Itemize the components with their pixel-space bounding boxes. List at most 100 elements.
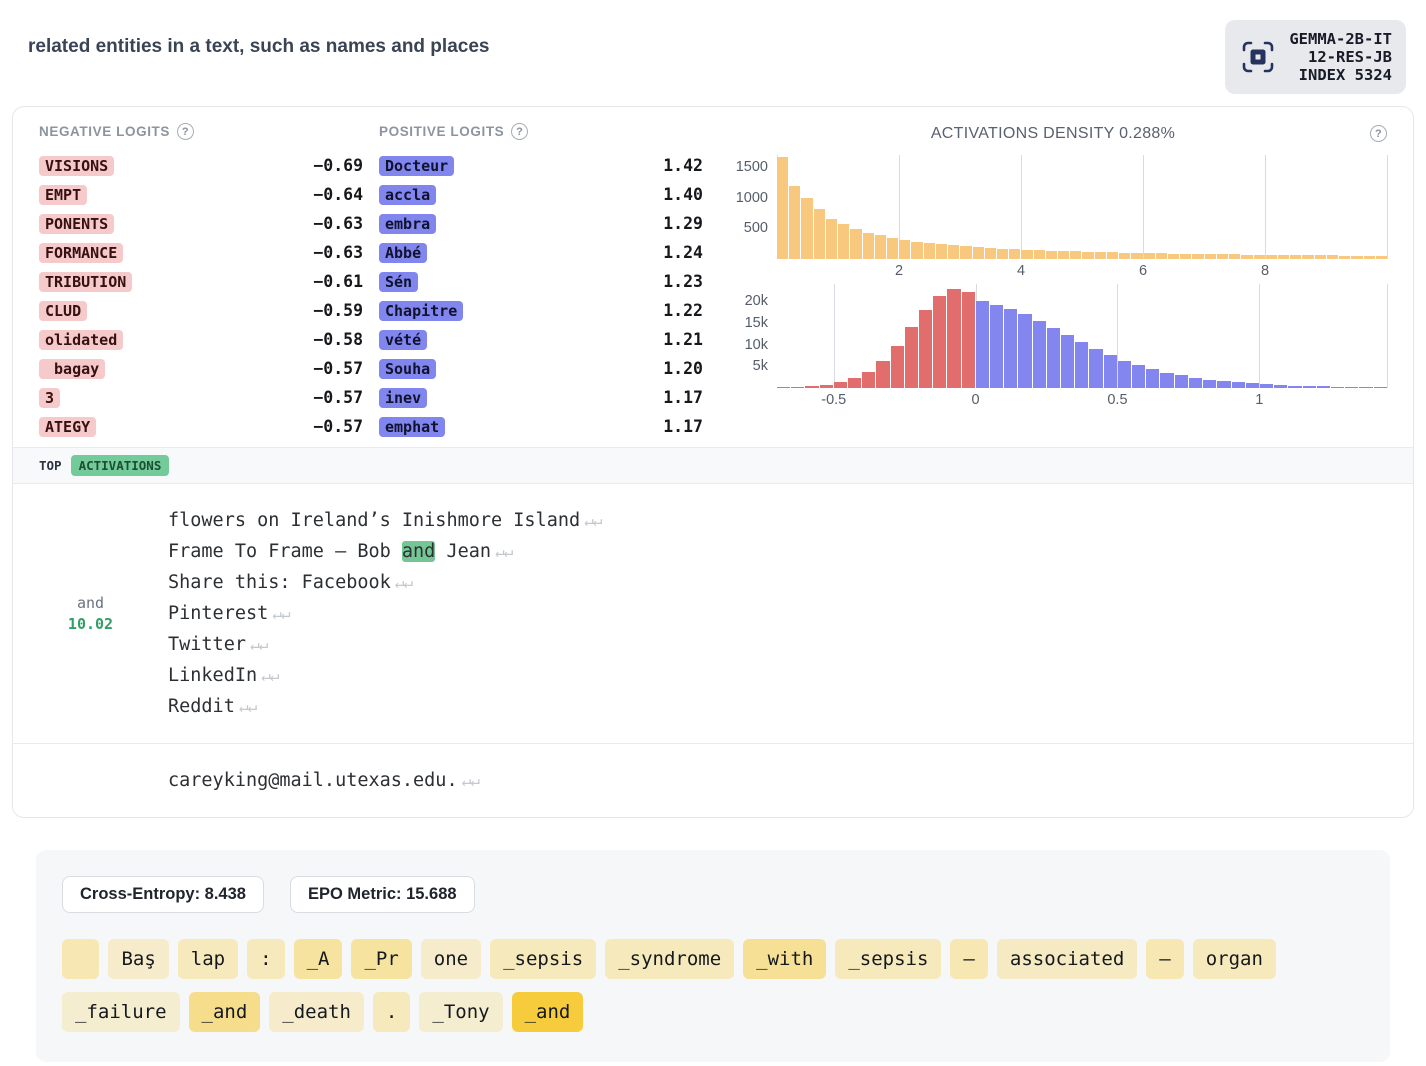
model-badge-line: 12-RES-JB	[1308, 48, 1392, 66]
negative-logit-token[interactable]: TRIBUTION	[39, 271, 133, 292]
negative-logits-label: NEGATIVE LOGITS	[39, 124, 171, 139]
token-pill[interactable]: _sepsis	[490, 939, 597, 979]
model-badge[interactable]: GEMMA-2B-IT 12-RES-JB INDEX 5324	[1225, 20, 1406, 94]
negative-logit-token[interactable]: VISIONS	[39, 155, 115, 176]
negative-logit-token[interactable]: ATEGY	[39, 416, 97, 437]
token-pill[interactable]: organ	[1192, 939, 1276, 979]
token-pill[interactable]: _A	[293, 939, 343, 979]
help-icon[interactable]: ?	[177, 123, 195, 140]
text-segment: careyking@mail.utexas.edu.	[168, 770, 458, 791]
token-pill[interactable]: associated	[996, 939, 1138, 979]
activation-line: Twitter ↵↵	[168, 629, 601, 660]
negative-logit-token[interactable]: PONENTS	[39, 213, 115, 234]
token-pill[interactable]: :	[247, 939, 285, 979]
positive-logits-list: Docteur 1.42 accla 1.40 embra 1.29 Abbé 1.24 Sén…	[379, 151, 703, 441]
token-pill[interactable]: _death	[269, 992, 364, 1032]
positive-logit-token[interactable]: vété	[379, 329, 428, 350]
histogram-bar	[947, 289, 961, 388]
model-badge-line: INDEX 5324	[1298, 66, 1392, 84]
negative-logit-token[interactable]: EMPT	[39, 184, 88, 205]
positive-logit-token[interactable]: accla	[379, 184, 437, 205]
histogram-bar	[1217, 381, 1231, 388]
token-pill[interactable]: _Tony	[419, 992, 503, 1032]
text-segment: Pinterest	[168, 603, 269, 624]
positive-logit-token[interactable]: Abbé	[379, 242, 428, 263]
histogram-bar	[948, 245, 960, 259]
negative-logit-row: PONENTS −0.63	[39, 209, 363, 238]
histogram-bar	[1075, 342, 1089, 388]
newline-mark-icon: ↵↵	[495, 542, 513, 561]
token-pill[interactable]	[62, 939, 100, 979]
histogram-bar	[874, 235, 886, 259]
negative-logit-row: bagay −0.57	[39, 354, 363, 383]
token-pill[interactable]: lap	[177, 939, 239, 979]
token-pill[interactable]: Baş	[108, 939, 169, 979]
x-axis-labels: -0.5 0 0.5 1	[777, 388, 1387, 413]
token-pill[interactable]: _and	[511, 992, 584, 1032]
negative-logit-value: −0.64	[313, 185, 363, 204]
chip-icon	[1239, 38, 1277, 76]
histogram-plot	[777, 155, 1388, 259]
histogram-bar	[990, 304, 1004, 388]
negative-logit-token[interactable]: 3	[39, 387, 61, 408]
newline-mark-icon: ↵↵	[249, 635, 268, 654]
histogram-bar	[923, 242, 935, 259]
top-activations-list: and 10.02 flowers on Ireland’s Inishmore I…	[13, 484, 1413, 817]
newline-mark-icon: ↵↵	[461, 771, 480, 790]
token-pill[interactable]: _and	[188, 992, 261, 1032]
token-pill[interactable]: one	[420, 939, 482, 979]
activation-meta: and 10.02	[13, 505, 168, 722]
help-icon[interactable]: ?	[511, 123, 529, 140]
density-histogram-lower[interactable]: 20k 15k 10k 5k -0.5 0 0.5 1	[719, 284, 1388, 413]
token-pill[interactable]: .	[372, 992, 411, 1032]
y-tick-label: 15k	[744, 315, 768, 331]
token-pill[interactable]: _syndrome	[605, 939, 735, 979]
token-pill[interactable]: –	[1146, 939, 1184, 979]
positive-logit-token[interactable]: Souha	[379, 358, 437, 379]
histogram-bar	[1061, 335, 1075, 388]
token-pill[interactable]: _Pr	[351, 939, 412, 979]
positive-logit-token[interactable]: embra	[379, 213, 437, 234]
positive-logit-row: Souha 1.20	[379, 354, 703, 383]
positive-logit-token[interactable]: Docteur	[379, 155, 455, 176]
histogram-bar	[1009, 249, 1021, 259]
histogram-bar	[919, 310, 933, 388]
negative-logit-token[interactable]: FORMANCE	[39, 242, 124, 263]
positive-logit-row: Sén 1.23	[379, 267, 703, 296]
newline-mark-icon: ↵↵	[272, 604, 290, 623]
help-icon[interactable]: ?	[1370, 125, 1387, 142]
highlighted-token[interactable]: and	[401, 541, 436, 562]
activation-line: Pinterest ↵↵	[168, 598, 601, 629]
activation-line: LinkedIn ↵↵	[168, 660, 601, 691]
positive-logit-token[interactable]: emphat	[379, 416, 446, 437]
negative-logit-token[interactable]: CLUD	[39, 300, 88, 321]
density-histogram-upper[interactable]: 1500 1000 500 2 4 6 8	[719, 155, 1388, 284]
negative-logit-value: −0.63	[313, 243, 363, 262]
negative-logit-token[interactable]: bagay	[39, 358, 106, 379]
histogram-bar	[1004, 309, 1018, 388]
metric-badge: Cross-Entropy: 8.438	[62, 876, 264, 913]
histogram-bar	[1032, 320, 1046, 388]
positive-logit-token[interactable]: inev	[379, 387, 428, 408]
positive-logit-value: 1.23	[663, 272, 703, 291]
negative-logit-row: CLUD −0.59	[39, 296, 363, 325]
y-tick-label: 5k	[752, 358, 768, 375]
positive-logit-token[interactable]: Sén	[379, 271, 419, 292]
negative-logit-token[interactable]: olidated	[39, 329, 124, 350]
histogram-bar	[1117, 360, 1132, 388]
negative-logits-list: VISIONS −0.69 EMPT −0.64 PONENTS −0.63 FORMANC…	[39, 151, 363, 441]
y-axis-labels: 20k 15k 10k 5k	[719, 284, 777, 413]
token-pill[interactable]: –	[950, 939, 988, 979]
token-pill[interactable]: _with	[743, 939, 827, 979]
activations-tab-badge[interactable]: ACTIVATIONS	[70, 455, 170, 476]
metric-badge: EPO Metric: 15.688	[289, 876, 475, 913]
histogram-bar	[1174, 375, 1188, 388]
negative-logit-row: VISIONS −0.69	[39, 151, 363, 180]
token-pill[interactable]: _failure	[62, 992, 180, 1032]
positive-logit-value: 1.40	[663, 185, 703, 204]
x-tick-label: 1	[1255, 392, 1264, 408]
histogram-bar	[1160, 372, 1174, 388]
positive-logit-token[interactable]: Chapitre	[379, 300, 464, 321]
histogram-bar	[848, 378, 862, 388]
token-pill[interactable]: _sepsis	[835, 939, 942, 979]
